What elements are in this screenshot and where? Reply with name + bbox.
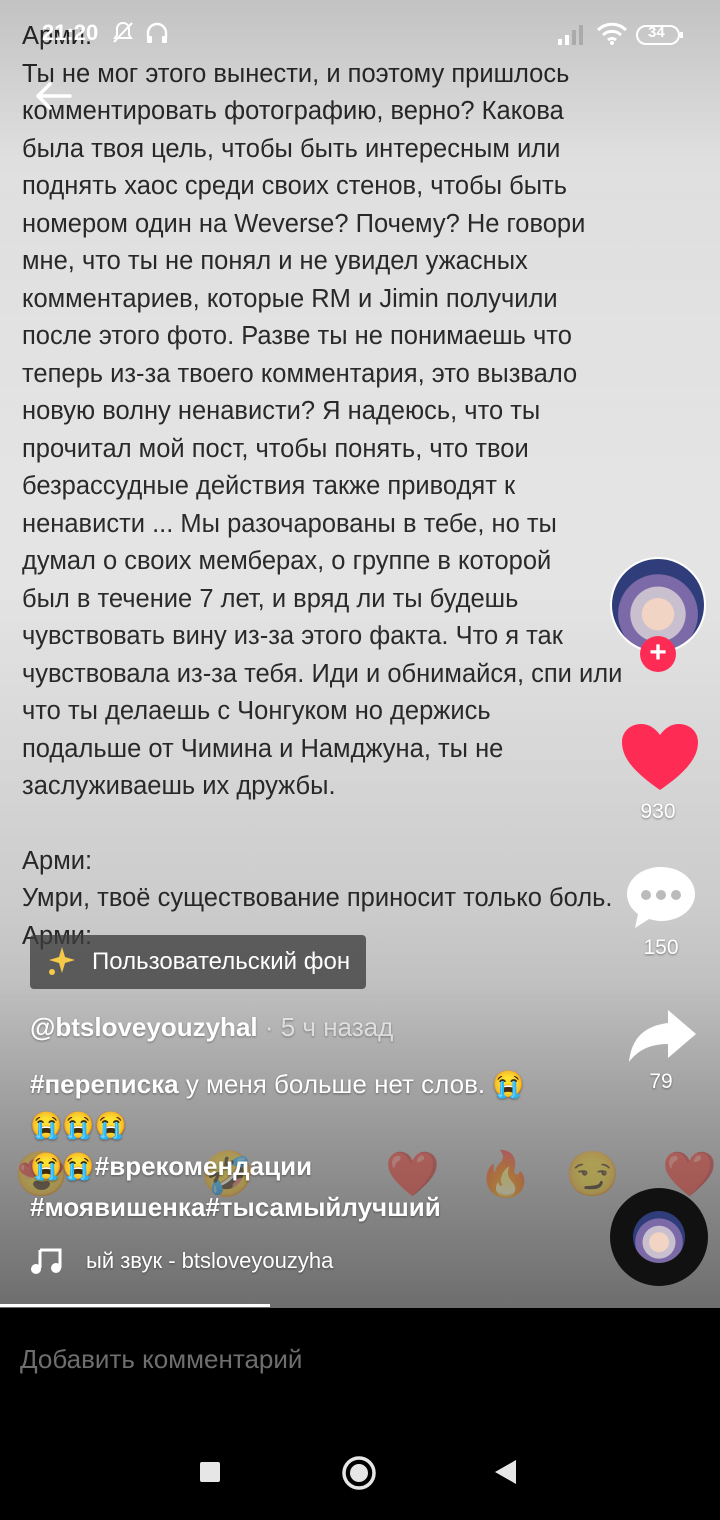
post-time: · 5 ч назад bbox=[257, 1012, 394, 1042]
square-icon bbox=[200, 1462, 220, 1482]
author-line: @btsloveyouzyhal · 5 ч назад bbox=[30, 1012, 393, 1043]
reaction-emoji: 😏 bbox=[565, 1150, 620, 1199]
hashtag-link[interactable]: #врекомендации bbox=[95, 1151, 312, 1181]
status-time: 21:20 bbox=[42, 20, 99, 45]
signal-icon bbox=[556, 24, 586, 51]
headphones-icon bbox=[144, 20, 170, 51]
post-text-line: новую волну ненависти? Я надеюсь, что ты bbox=[22, 397, 541, 425]
comments-button[interactable] bbox=[624, 864, 698, 937]
caption: #переписка у меня больше нет слов. 😭😭😭😭 … bbox=[30, 1064, 530, 1228]
comment-bar[interactable]: Добавить комментарий bbox=[0, 1308, 720, 1418]
author-handle[interactable]: @btsloveyouzyhal bbox=[30, 1012, 258, 1042]
video-progress-bar bbox=[0, 1304, 270, 1307]
post-text-line: была твоя цель, чтобы быть интересным ил… bbox=[22, 134, 561, 163]
post-text-line: прочитал мой пост, чтобы понять, что тво… bbox=[22, 434, 529, 463]
post-text-line: Арми: bbox=[22, 846, 93, 875]
post-text-line: чувствовала из-за тебя. Иди и обнимайся,… bbox=[22, 659, 623, 688]
battery-level: 34 bbox=[648, 24, 665, 41]
back-button[interactable] bbox=[30, 76, 78, 116]
comment-input[interactable]: Добавить комментарий bbox=[20, 1344, 302, 1375]
post-text-line: мне, что ты не понял и не увидел ужасных bbox=[22, 247, 528, 275]
hashtag-link[interactable]: #переписка bbox=[30, 1069, 179, 1099]
comment-bubble-icon bbox=[627, 867, 695, 928]
custom-background-badge: Пользовательский фон bbox=[30, 935, 367, 989]
post-text-line: чувствовать вину из-за этого факта. Что … bbox=[22, 622, 563, 650]
sound-name: ый звук - btsloveyouzyha bbox=[86, 1248, 334, 1273]
post-text-overlay: Арми: Ты не мог этого вынести, и поэтому … bbox=[22, 18, 712, 955]
sound-line[interactable]: ый звук - btsloveyouzyha bbox=[30, 1246, 333, 1276]
post-text-line: подальше от Чимина и Намджуна, ты не bbox=[22, 734, 504, 763]
share-arrow-icon bbox=[629, 1010, 696, 1062]
disc-artwork bbox=[633, 1211, 685, 1263]
post-text-line: после этого фото. Разве ты не понимаешь … bbox=[22, 322, 572, 350]
post-text-line: поднять хаос среди своих стенов, чтобы б… bbox=[22, 172, 568, 200]
sparkle-icon bbox=[44, 944, 80, 980]
hashtag-link[interactable]: #моявишенка#тысамыйлучший bbox=[30, 1192, 441, 1222]
music-note-icon bbox=[31, 1248, 62, 1274]
post-text-line: комментировать фотографию, верно? Какова bbox=[22, 97, 564, 125]
triangle-left-icon bbox=[495, 1460, 516, 1484]
post-text-line: ненависти ... Мы разочарованы в тебе, но… bbox=[22, 509, 557, 538]
music-disc[interactable] bbox=[610, 1188, 708, 1286]
status-bar: 21:20 34 bbox=[0, 0, 720, 68]
circle-icon bbox=[342, 1456, 376, 1490]
share-count: 79 bbox=[649, 1070, 673, 1093]
comment-count: 150 bbox=[643, 936, 679, 959]
system-nav-bar bbox=[0, 1418, 720, 1520]
post-text-line: теперь из-за твоего комментария, это выз… bbox=[22, 359, 578, 388]
silent-mode-icon bbox=[110, 20, 136, 51]
post-text-line: безрассудные действия также приводят к bbox=[22, 472, 516, 500]
like-button[interactable] bbox=[620, 722, 700, 799]
post-text-line: комментариев, которые RM и Jimin получил… bbox=[22, 284, 558, 313]
post-text-line: был в течение 7 лет, и вряд ли ты будешь bbox=[22, 584, 519, 613]
post-text-line: думал о своих мемберах, о группе в котор… bbox=[22, 547, 552, 575]
caption-emojis: 😭😭 bbox=[30, 1151, 95, 1181]
post-text-line: что ты делаешь с Чонгуком но держись bbox=[22, 697, 491, 725]
wifi-icon bbox=[596, 22, 628, 51]
badge-label: Пользовательский фон bbox=[92, 948, 351, 975]
caption-text: у меня больше нет слов. bbox=[178, 1069, 493, 1099]
share-button[interactable] bbox=[626, 1006, 698, 1071]
recents-button[interactable] bbox=[198, 1460, 222, 1489]
post-text-line: Умри, твоё существование приносит только… bbox=[22, 884, 613, 912]
back-nav-button[interactable] bbox=[492, 1458, 518, 1491]
arrow-left-icon bbox=[36, 82, 72, 110]
follow-button[interactable]: + bbox=[640, 636, 676, 672]
heart-icon bbox=[622, 724, 698, 790]
post-text-line: номером один на Weverse? Почему? Не гово… bbox=[22, 209, 586, 238]
post-text-line: заслуживаешь их дружбы. bbox=[22, 772, 336, 800]
home-button[interactable] bbox=[340, 1454, 378, 1497]
like-count: 930 bbox=[640, 800, 676, 823]
